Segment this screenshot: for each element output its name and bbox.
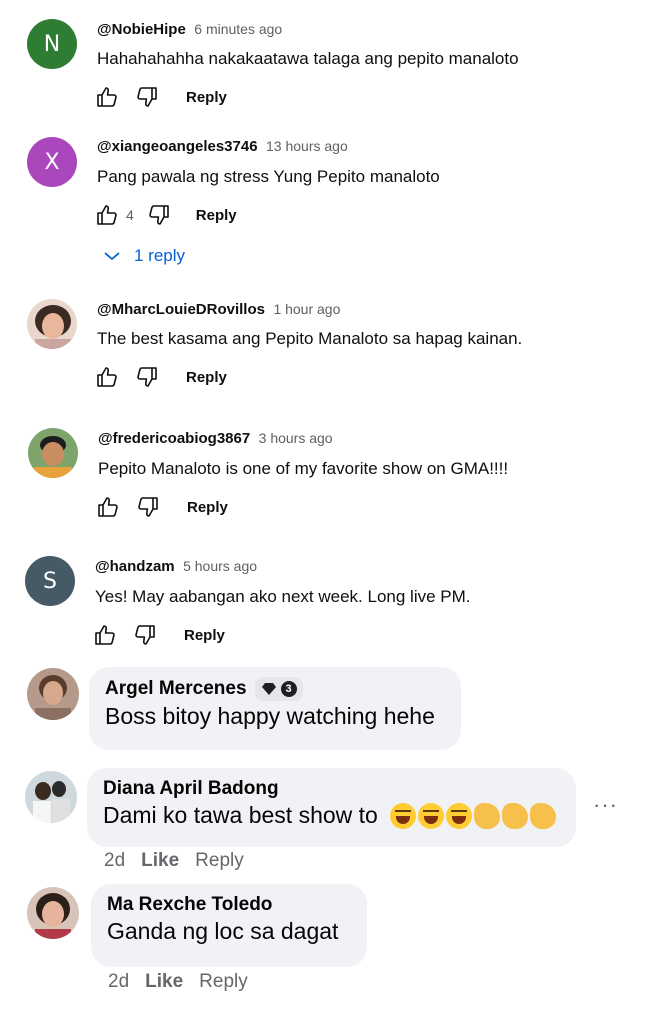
comment-text-row: Dami ko tawa best show to (103, 802, 560, 829)
reply-button[interactable]: Reply (187, 499, 228, 516)
comment-text: Ganda ng loc sa dagat (107, 918, 339, 944)
comment-actions: Reply (92, 622, 225, 648)
profile-photo (28, 428, 78, 478)
like-button[interactable]: Like (145, 971, 183, 993)
fan-badge[interactable]: 3 (254, 677, 303, 701)
comment-author[interactable]: @MharcLouieDRovillos (97, 301, 265, 318)
reply-button[interactable]: Reply (186, 369, 227, 386)
comment-author[interactable]: @fredericoabiog3867 (98, 430, 250, 447)
comment-time[interactable]: 6 minutes ago (194, 21, 282, 37)
comment-actions: Reply (95, 494, 228, 520)
comment-time[interactable]: 3 hours ago (259, 430, 333, 446)
reply-button[interactable]: Reply (184, 627, 225, 644)
view-replies-button[interactable]: 1 reply (102, 246, 185, 266)
replies-count: 1 reply (134, 246, 186, 265)
profile-photo (27, 668, 79, 720)
commenter-name[interactable]: Argel Mercenes (105, 678, 247, 700)
avatar[interactable]: X (27, 137, 77, 187)
profile-photo (27, 299, 77, 349)
thumbs-up-icon[interactable] (95, 494, 121, 520)
comment-bubble: Ma Rexche Toledo Ganda ng loc sa dagat (91, 884, 367, 967)
tears-of-joy-emoji-icon (389, 802, 416, 829)
thumbs-up-icon[interactable] (94, 84, 120, 110)
comment-text: Pepito Manaloto is one of my favorite sh… (98, 459, 509, 478)
comment-text: Hahahahahha nakakaatawa talaga ang pepit… (97, 49, 519, 68)
tears-of-joy-emoji-icon (445, 802, 472, 829)
avatar-letter: X (44, 149, 60, 175)
comment-time[interactable]: 2d (108, 971, 129, 993)
comment-author[interactable]: @xiangeoangeles3746 (97, 138, 258, 155)
profile-photo (25, 771, 77, 823)
like-count: 4 (126, 207, 134, 223)
avatar[interactable] (25, 771, 77, 823)
reply-button[interactable]: Reply (186, 89, 227, 106)
thumbs-down-icon[interactable] (132, 622, 158, 648)
emoji-group (388, 802, 556, 829)
diamond-heart-icon (261, 683, 276, 695)
avatar[interactable] (27, 668, 79, 720)
reply-button[interactable]: Reply (195, 850, 244, 872)
comment-time[interactable]: 5 hours ago (183, 558, 257, 574)
avatar[interactable] (27, 299, 77, 349)
comment-author[interactable]: @handzam (95, 558, 175, 575)
thumbs-down-icon[interactable] (134, 84, 160, 110)
reply-button[interactable]: Reply (196, 207, 237, 224)
comment-header: @NobieHipe 6 minutes ago (97, 21, 282, 39)
comment-time[interactable]: 1 hour ago (273, 301, 340, 317)
comment-actions: 4 Reply (94, 202, 237, 228)
level-badge-icon: 3 (280, 681, 297, 697)
chevron-down-icon (104, 252, 120, 261)
comment-text: Dami ko tawa best show to (103, 802, 378, 828)
avatar[interactable] (28, 428, 78, 478)
clapping-hands-emoji-icon (529, 802, 556, 829)
comment-bubble: Argel Mercenes 3 Boss bitoy happy watchi… (89, 667, 461, 750)
comment-header: @xiangeoangeles3746 13 hours ago (97, 138, 348, 156)
comment-text: Pang pawala ng stress Yung Pepito manalo… (97, 167, 440, 186)
avatar-letter: N (43, 31, 61, 57)
avatar[interactable]: S (25, 556, 75, 606)
comment-time[interactable]: 13 hours ago (266, 138, 348, 154)
comment-time[interactable]: 2d (104, 850, 125, 872)
avatar[interactable]: N (27, 19, 77, 69)
comment-header: @fredericoabiog3867 3 hours ago (98, 430, 333, 448)
thumbs-up-icon[interactable] (92, 622, 118, 648)
thumbs-down-icon[interactable] (134, 364, 160, 390)
comment-meta: 2d Like Reply (104, 850, 244, 872)
comment-actions: Reply (94, 84, 227, 110)
comment-text: Boss bitoy happy watching hehe (105, 703, 435, 729)
comment-bubble: Diana April Badong Dami ko tawa best sho… (87, 768, 576, 847)
comment-header: @MharcLouieDRovillos 1 hour ago (97, 301, 340, 319)
comment-author[interactable]: @NobieHipe (97, 21, 186, 38)
reply-button[interactable]: Reply (199, 971, 248, 993)
thumbs-up-icon[interactable] (94, 202, 120, 228)
clapping-hands-emoji-icon (473, 802, 500, 829)
like-button[interactable]: Like (141, 850, 179, 872)
commenter-name[interactable]: Diana April Badong (103, 778, 560, 800)
comment-actions: Reply (94, 364, 227, 390)
thumbs-down-icon[interactable] (146, 202, 172, 228)
avatar[interactable] (27, 887, 79, 939)
profile-photo (27, 887, 79, 939)
comment-header: @handzam 5 hours ago (95, 558, 257, 576)
thumbs-up-icon[interactable] (94, 364, 120, 390)
more-options-button[interactable]: ··· (593, 792, 618, 818)
commenter-name[interactable]: Ma Rexche Toledo (107, 894, 351, 916)
clapping-hands-emoji-icon (501, 802, 528, 829)
commenter-name-row: Argel Mercenes 3 (105, 677, 445, 701)
comment-text: The best kasama ang Pepito Manaloto sa h… (97, 329, 523, 348)
comment-text: Yes! May aabangan ako next week. Long li… (95, 587, 471, 606)
tears-of-joy-emoji-icon (417, 802, 444, 829)
avatar-letter: S (43, 568, 57, 594)
comment-meta: 2d Like Reply (108, 971, 248, 993)
thumbs-down-icon[interactable] (135, 494, 161, 520)
